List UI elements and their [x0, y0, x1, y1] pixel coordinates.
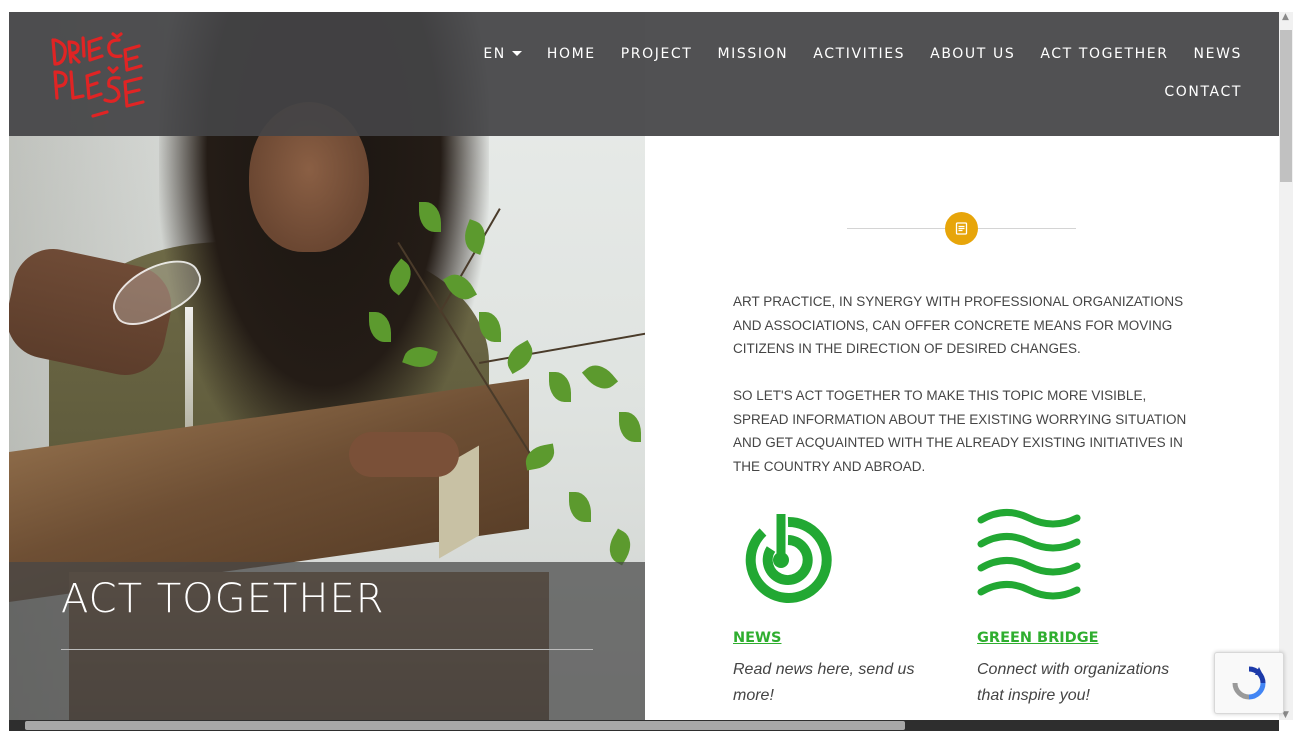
document-icon	[945, 212, 978, 245]
language-label: EN	[483, 46, 506, 62]
nav-about-us[interactable]: ABOUT US	[930, 46, 1015, 62]
nav-menu-row-2: CONTACT	[1139, 84, 1242, 100]
nav-menu: EN HOME PROJECT MISSION ACTIVITIES ABOUT…	[458, 46, 1242, 62]
waves-icon[interactable]	[977, 504, 1081, 608]
top-navbar: EN HOME PROJECT MISSION ACTIVITIES ABOUT…	[9, 12, 1279, 136]
horizontal-scrollbar[interactable]	[9, 720, 1279, 731]
horizontal-scroll-thumb[interactable]	[25, 721, 905, 730]
news-link[interactable]: NEWS	[733, 630, 781, 646]
language-dropdown[interactable]: EN	[483, 46, 522, 62]
hero-caption: ACT TOGETHER	[9, 562, 645, 720]
content-panel: ART PRACTICE, IN SYNERGY WITH PROFESSION…	[645, 136, 1279, 720]
vertical-scroll-thumb[interactable]	[1280, 30, 1292, 182]
intro-paragraph: ART PRACTICE, IN SYNERGY WITH PROFESSION…	[733, 294, 1184, 356]
nav-news[interactable]: NEWS	[1194, 46, 1242, 62]
call-to-action-paragraph: SO LET'S ACT TOGETHER TO MAKE THIS TOPIC…	[733, 388, 1187, 474]
nav-contact[interactable]: CONTACT	[1164, 84, 1242, 100]
hero-title: ACT TOGETHER	[61, 576, 385, 622]
green-bridge-card: GREEN BRIDGE Connect with organizations …	[977, 504, 1187, 709]
caret-down-icon	[511, 50, 522, 56]
recaptcha-icon	[1232, 666, 1266, 700]
green-bridge-link[interactable]: GREEN BRIDGE	[977, 630, 1099, 646]
nav-mission[interactable]: MISSION	[717, 46, 788, 62]
hero-divider	[61, 649, 593, 650]
divider-line-left	[847, 228, 945, 229]
news-card: NEWS Read news here, send us more!	[733, 504, 943, 709]
scroll-up-icon[interactable]: ▲	[1282, 12, 1289, 22]
news-description: Read news here, send us more!	[733, 661, 915, 704]
nav-activities[interactable]: ACTIVITIES	[813, 46, 905, 62]
nav-act-together[interactable]: ACT TOGETHER	[1040, 46, 1168, 62]
nav-home[interactable]: HOME	[547, 46, 596, 62]
radar-icon[interactable]	[733, 504, 833, 604]
divider-line-right	[978, 228, 1076, 229]
page: ACT TOGETHER EN HOME PROJECT MISSION ACT…	[9, 12, 1279, 720]
logo[interactable]	[49, 26, 159, 122]
nav-project[interactable]: PROJECT	[621, 46, 693, 62]
green-bridge-description: Connect with organizations that inspire …	[977, 661, 1170, 704]
recaptcha-badge[interactable]	[1214, 652, 1284, 714]
vertical-scrollbar[interactable]: ▲ ▼	[1279, 12, 1293, 720]
